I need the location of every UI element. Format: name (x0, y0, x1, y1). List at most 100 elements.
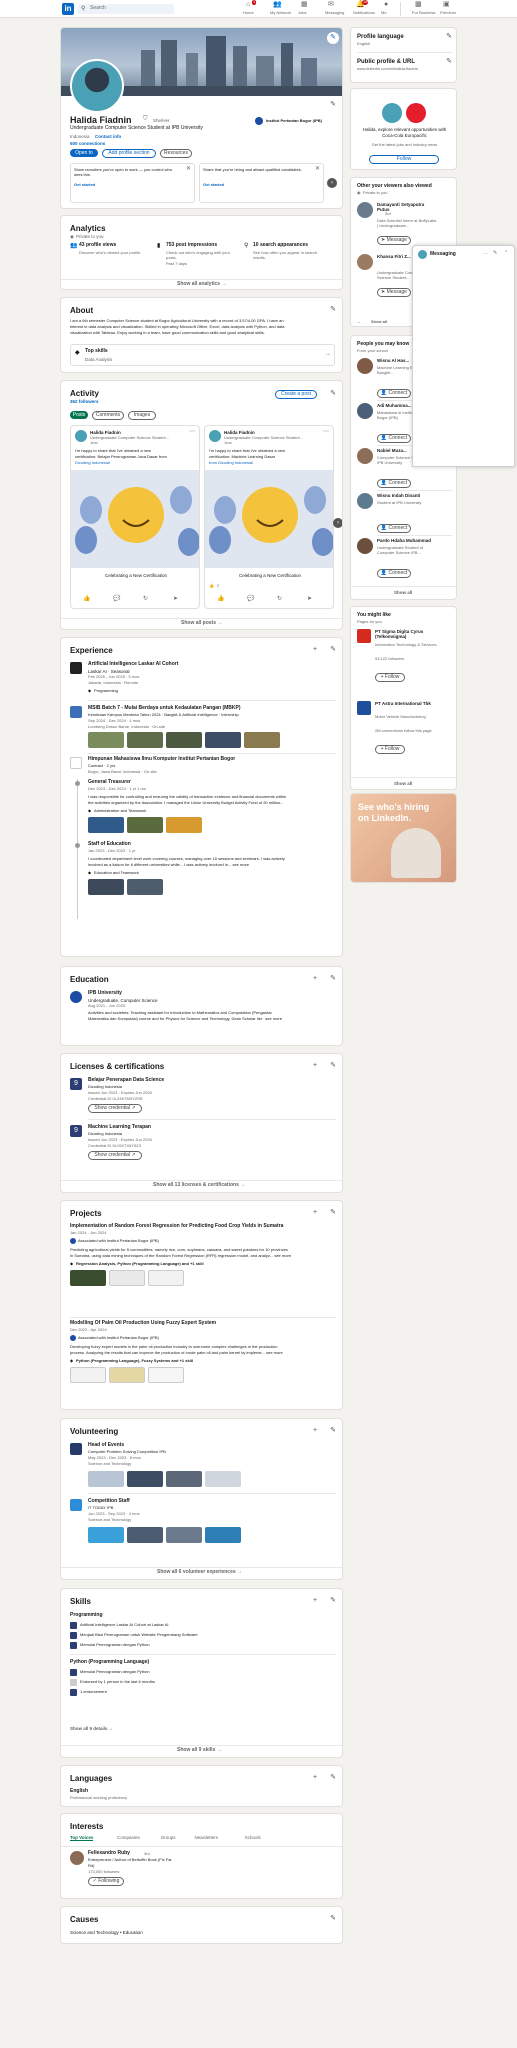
interest-tab-schools[interactable]: Schools (245, 1835, 261, 1840)
message-button[interactable]: ➤ Message (377, 236, 411, 245)
company-logo[interactable] (357, 629, 371, 643)
tip2-link[interactable]: Get started (203, 182, 224, 188)
linkedin-logo-icon[interactable]: in (62, 3, 74, 15)
show-credential-button[interactable]: Show credential ↗ (88, 1104, 142, 1113)
search-box[interactable]: ⚲ Search (78, 4, 174, 14)
send-icon[interactable]: ➤ (173, 596, 178, 603)
nav-item-label[interactable]: For Business (412, 10, 435, 16)
repost-icon[interactable]: ↻ (277, 596, 282, 603)
show-all-skills-link[interactable]: Show all 9 skills → (177, 1747, 222, 1754)
close-icon[interactable]: ✕ (315, 166, 320, 173)
interest-tab-groups[interactable]: Groups (161, 1835, 176, 1840)
connect-button[interactable]: 👤 Connect (377, 434, 411, 443)
nav-messaging-icon[interactable]: ✉ (328, 1, 334, 9)
edit-causes-icon[interactable]: ✎ (329, 1915, 337, 1923)
edit-about-icon[interactable]: ✎ (329, 306, 337, 314)
edit-skill-icon[interactable]: ✎ (329, 1597, 337, 1605)
media-thumbnail[interactable] (88, 732, 124, 748)
show-all-viewers-link[interactable]: Show all (371, 319, 387, 325)
media-thumbnail[interactable] (127, 817, 163, 833)
edit-intro-icon[interactable]: ✎ (329, 101, 337, 109)
avatar[interactable] (357, 403, 373, 419)
edit-url-icon[interactable]: ✎ (445, 58, 453, 66)
follow-button[interactable]: + Follow (375, 673, 405, 682)
send-icon[interactable]: ➤ (307, 596, 312, 603)
add-project-icon[interactable]: + (311, 1209, 319, 1217)
connect-button[interactable]: 👤 Connect (377, 479, 411, 488)
media-thumbnail[interactable] (244, 732, 280, 748)
top-skills-box[interactable]: ◆ Top skills Data Analysis → (70, 344, 335, 366)
repost-icon[interactable]: ↻ (143, 596, 148, 603)
interest-tab-top-voices[interactable]: Top Voices (70, 1835, 94, 1842)
media-thumbnail[interactable] (109, 1270, 145, 1286)
activity-tab-posts[interactable]: Posts (70, 411, 88, 419)
more-icon[interactable]: ⋯ (323, 429, 329, 436)
nav-item-label[interactable]: Home (243, 10, 254, 16)
compose-icon[interactable]: ✎ (493, 250, 497, 257)
chevron-up-icon[interactable]: ⌃ (504, 250, 508, 257)
edit-volunteer-icon[interactable]: ✎ (329, 1427, 337, 1435)
show-skill-details-link[interactable]: Show all 9 details → (70, 1726, 113, 1731)
edit-language-icon[interactable]: ✎ (445, 33, 453, 41)
open-to-button[interactable]: Open to (70, 149, 98, 157)
analytics-value[interactable]: 10 search appearances (253, 242, 308, 249)
person-name[interactable]: Wisnu Indah Dinanti (377, 493, 420, 498)
nav-premium-icon[interactable]: ▣ (443, 1, 450, 9)
show-all-pages-link[interactable]: Show all (394, 781, 412, 786)
edit-license-icon[interactable]: ✎ (329, 1062, 337, 1070)
media-thumbnail[interactable] (88, 879, 124, 895)
activity-tab-comments[interactable]: Comments (92, 411, 124, 420)
add-volunteer-icon[interactable]: + (311, 1427, 319, 1435)
avatar[interactable] (70, 59, 124, 113)
post-image[interactable] (205, 470, 333, 568)
edit-project-icon[interactable]: ✎ (329, 1209, 337, 1217)
media-thumbnail[interactable] (127, 732, 163, 748)
comment-icon[interactable]: 💬 (113, 596, 120, 603)
person-name[interactable]: Pardo Hdaha Muhammad (377, 538, 431, 543)
add-license-icon[interactable]: + (311, 1062, 319, 1070)
avatar[interactable] (70, 1851, 84, 1865)
media-thumbnail[interactable] (205, 1471, 241, 1487)
add-experience-icon[interactable]: + (311, 646, 319, 654)
show-all-analytics-link[interactable]: Show all analytics → (177, 281, 226, 288)
nav-jobs-icon[interactable]: ▦ (301, 1, 308, 9)
edit-education-icon[interactable]: ✎ (329, 975, 337, 983)
avatar[interactable] (357, 254, 373, 270)
connections-link[interactable]: 500 connections (70, 141, 105, 146)
person-name[interactable]: Nabiel Muza... (377, 448, 407, 453)
media-thumbnail[interactable] (109, 1367, 145, 1383)
show-all-licenses-link[interactable]: Show all 13 licenses & certifications → (153, 1182, 245, 1189)
analytics-value[interactable]: 43 profile views (79, 242, 116, 249)
post-card[interactable]: Halida Fiadnin Undergraduate Computer Sci… (70, 425, 200, 609)
media-thumbnail[interactable] (205, 1527, 241, 1543)
avatar[interactable] (357, 493, 373, 509)
interest-tab-newsletters[interactable]: Newsletters (195, 1835, 219, 1840)
edit-language-icon[interactable]: ✎ (329, 1774, 337, 1782)
comment-icon[interactable]: 💬 (247, 596, 254, 603)
media-thumbnail[interactable] (88, 817, 124, 833)
school-name[interactable]: Institut Pertanian Bogor (IPB) (266, 118, 322, 124)
media-thumbnail[interactable] (148, 1367, 184, 1383)
company-logo[interactable] (357, 701, 371, 715)
add-education-icon[interactable]: + (311, 975, 319, 983)
add-language-icon[interactable]: + (311, 1774, 319, 1782)
media-thumbnail[interactable] (166, 1527, 202, 1543)
media-thumbnail[interactable] (148, 1270, 184, 1286)
media-thumbnail[interactable] (166, 817, 202, 833)
skill-name[interactable]: Programming (70, 1612, 103, 1619)
page-name[interactable]: PT Astra International Tbk (375, 701, 450, 706)
edit-activity-icon[interactable]: ✎ (329, 390, 337, 398)
more-icon[interactable]: ⋯ (189, 429, 195, 436)
media-thumbnail[interactable] (70, 1270, 106, 1286)
nav-for-business-icon[interactable]: ▩ (415, 1, 422, 9)
skill-name[interactable]: Python (Programming Language) (70, 1659, 149, 1666)
connect-button[interactable]: 👤 Connect (377, 524, 411, 533)
add-profile-section-button[interactable]: Add profile section (102, 149, 156, 158)
media-thumbnail[interactable] (88, 1527, 124, 1543)
connect-button[interactable]: 👤 Connect (377, 389, 411, 398)
search-input[interactable]: Search (90, 5, 106, 12)
nav-item-label[interactable]: Me (381, 10, 387, 16)
show-all-posts-link[interactable]: Show all posts → (181, 620, 222, 627)
hiring-ad[interactable]: See who's hiring on LinkedIn. (350, 793, 457, 883)
nav-item-label[interactable]: Jobs (298, 10, 306, 16)
